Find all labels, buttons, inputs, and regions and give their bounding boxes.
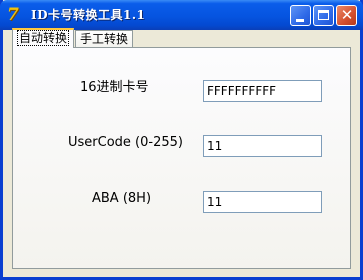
tab-manual-convert-label: 手工转换: [80, 32, 129, 46]
hex-card-label: 16进制卡号: [80, 80, 149, 95]
tab-auto-convert-label: 自动转换: [17, 30, 70, 46]
aba-label: ABA (8H): [92, 191, 152, 206]
tab-auto-convert[interactable]: 自动转换: [12, 28, 75, 48]
app-logo-icon[interactable]: 7: [7, 5, 25, 25]
title-bar[interactable]: 7 ID卡号转换工具1.1 ✕: [0, 0, 363, 30]
window-title: ID卡号转换工具1.1: [31, 8, 146, 22]
user-code-label: UserCode (0-255): [68, 135, 183, 150]
hex-card-field[interactable]: FFFFFFFFFF: [203, 80, 322, 102]
minimize-button[interactable]: [290, 5, 311, 26]
tab-manual-convert[interactable]: 手工转换: [75, 30, 134, 47]
close-icon: ✕: [340, 6, 354, 24]
maximize-icon: [318, 10, 329, 20]
tab-panel-auto-convert: 16进制卡号 FFFFFFFFFF UserCode (0-255) 11 AB…: [12, 47, 351, 269]
minimize-icon: [296, 19, 304, 22]
aba-field[interactable]: 11: [203, 191, 322, 213]
maximize-button[interactable]: [313, 5, 334, 26]
user-code-field[interactable]: 11: [203, 135, 322, 157]
app-window: 7 ID卡号转换工具1.1 ✕ 自动转换 手工转换 16进制卡号 FFFFFFF…: [0, 0, 363, 280]
close-button[interactable]: ✕: [336, 5, 357, 26]
